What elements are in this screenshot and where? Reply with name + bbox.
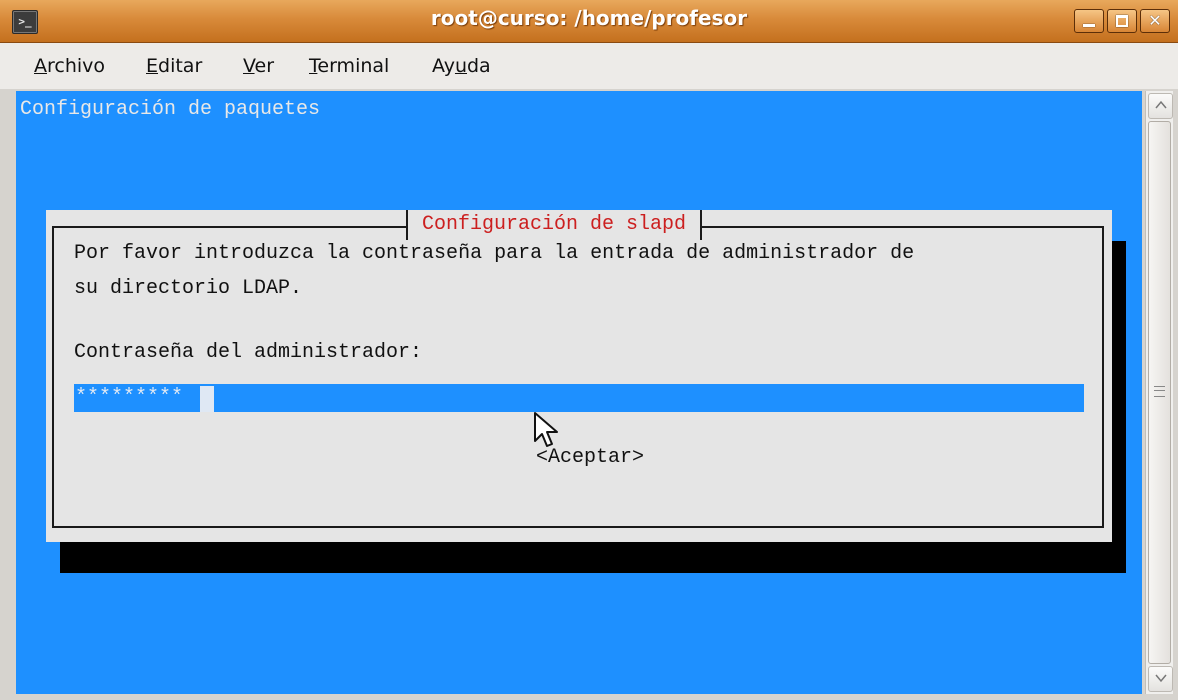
menu-ayuda[interactable]: Ayuda [432, 55, 491, 77]
minimize-icon [1083, 24, 1095, 27]
chevron-down-icon [1154, 674, 1167, 683]
mouse-pointer-icon [534, 412, 558, 447]
menu-archivo[interactable]: Archivo [34, 55, 105, 77]
close-button[interactable]: ✕ [1140, 9, 1170, 33]
scroll-up-button[interactable] [1148, 93, 1173, 119]
menu-bar: Archivo Editar Ver Terminal Ayuda [0, 43, 1178, 89]
window-controls: ✕ [1074, 9, 1170, 33]
text-cursor [200, 386, 214, 412]
package-config-header: Configuración de paquetes [20, 98, 321, 121]
chevron-up-icon [1154, 100, 1167, 109]
close-icon: ✕ [1148, 11, 1162, 30]
password-prompt: Contraseña del administrador: [74, 341, 423, 364]
window-title: root@curso: /home/profesor [430, 6, 748, 30]
dialog-message-line2: su directorio LDAP. [74, 277, 303, 300]
maximize-button[interactable] [1107, 9, 1137, 33]
slapd-dialog: Configuración de slapd Por favor introdu… [46, 210, 1112, 542]
dialog-frame [52, 226, 1104, 528]
maximize-icon [1116, 15, 1128, 27]
dialog-message-line1: Por favor introduzca la contraseña para … [74, 242, 915, 265]
terminal-area[interactable]: Configuración de paquetes Configuración … [16, 91, 1142, 694]
scroll-down-button[interactable] [1148, 666, 1173, 692]
dialog-title: Configuración de slapd [406, 210, 703, 240]
menu-terminal[interactable]: Terminal [309, 55, 389, 77]
minimize-button[interactable] [1074, 9, 1104, 33]
vertical-scrollbar[interactable] [1145, 91, 1173, 694]
menu-editar[interactable]: Editar [146, 55, 202, 77]
scroll-thumb[interactable] [1148, 121, 1171, 664]
password-field[interactable]: ********* [74, 384, 1084, 412]
title-bar[interactable]: >_ root@curso: /home/profesor ✕ [0, 0, 1178, 43]
password-value: ********* [75, 386, 184, 409]
grip-icon [1154, 386, 1165, 397]
menu-ver[interactable]: Ver [243, 55, 274, 77]
